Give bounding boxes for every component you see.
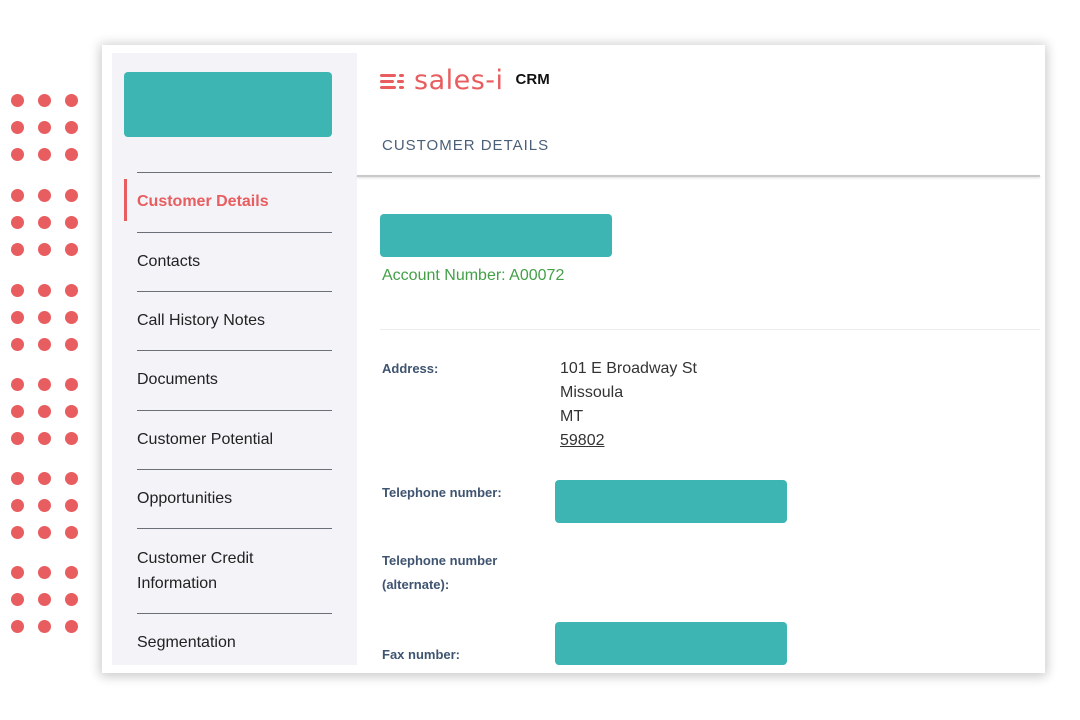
telephone-label: Telephone number: — [382, 485, 502, 500]
fax-label: Fax number: — [382, 647, 461, 662]
decorative-dot-grid — [0, 0, 100, 720]
nav-divider — [137, 232, 332, 233]
decorative-dot — [65, 620, 78, 633]
nav-divider — [137, 350, 332, 351]
decorative-dot — [65, 284, 78, 297]
content-divider — [380, 329, 1040, 330]
brand-suffix: CRM — [515, 70, 550, 88]
header-divider — [357, 175, 1040, 177]
decorative-dot — [65, 243, 78, 256]
redacted-customer-name — [380, 214, 612, 257]
nav-divider — [137, 613, 332, 614]
redacted-telephone — [555, 480, 787, 523]
decorative-dot — [11, 620, 24, 633]
decorative-dot — [11, 472, 24, 485]
decorative-dot — [38, 566, 51, 579]
decorative-dot — [38, 472, 51, 485]
decorative-dot — [11, 243, 24, 256]
decorative-dot — [11, 566, 24, 579]
decorative-dot — [65, 311, 78, 324]
decorative-dot — [65, 432, 78, 445]
telephone-alt-label: Telephone number (alternate): — [382, 549, 497, 597]
sidebar-item-customer-credit-information[interactable]: Customer Credit Information — [137, 546, 297, 596]
decorative-dot — [11, 311, 24, 324]
decorative-dot — [38, 432, 51, 445]
decorative-dot — [11, 216, 24, 229]
address-line-state: MT — [560, 408, 584, 425]
nav-divider — [137, 291, 332, 292]
decorative-dot — [65, 593, 78, 606]
account-number: Account Number: A00072 — [382, 267, 565, 284]
address-zip-link[interactable]: 59802 — [560, 429, 697, 453]
active-indicator — [124, 179, 127, 221]
decorative-dot — [65, 405, 78, 418]
nav-divider — [137, 410, 332, 411]
brand-name: sales-i — [414, 65, 504, 96]
decorative-dot — [38, 338, 51, 351]
sidebar-item-segmentation[interactable]: Segmentation — [137, 630, 337, 655]
decorative-dot — [38, 311, 51, 324]
decorative-dot — [11, 338, 24, 351]
menu-lines-icon — [380, 71, 406, 91]
decorative-dot — [11, 378, 24, 391]
decorative-dot — [38, 499, 51, 512]
decorative-dot — [38, 94, 51, 107]
decorative-dot — [38, 121, 51, 134]
sidebar-item-opportunities[interactable]: Opportunities — [137, 486, 337, 511]
decorative-dot — [65, 499, 78, 512]
main-content: sales-i CRM CUSTOMER DETAILS Account Num… — [357, 45, 1045, 673]
decorative-dot — [38, 378, 51, 391]
decorative-dot — [11, 593, 24, 606]
decorative-dot — [38, 284, 51, 297]
sidebar-item-customer-details[interactable]: Customer Details — [137, 189, 337, 214]
page-title: CUSTOMER DETAILS — [382, 137, 550, 154]
decorative-dot — [65, 189, 78, 202]
decorative-dot — [38, 189, 51, 202]
decorative-dot — [65, 94, 78, 107]
decorative-dot — [65, 148, 78, 161]
decorative-dot — [38, 405, 51, 418]
address-label: Address: — [382, 361, 439, 376]
decorative-dot — [65, 338, 78, 351]
sidebar-item-documents[interactable]: Documents — [137, 367, 337, 392]
decorative-dot — [65, 378, 78, 391]
address-line-city: Missoula — [560, 384, 624, 401]
sidebar-item-contacts[interactable]: Contacts — [137, 249, 337, 274]
telephone-alt-label-line2: (alternate): — [382, 577, 450, 592]
sidebar-item-call-history-notes[interactable]: Call History Notes — [137, 308, 337, 333]
decorative-dot — [11, 148, 24, 161]
address-line-street: 101 E Broadway St — [560, 360, 697, 377]
decorative-dot — [11, 284, 24, 297]
decorative-dot — [38, 148, 51, 161]
redacted-customer-logo — [124, 72, 332, 137]
nav-divider — [137, 172, 332, 173]
sidebar-item-customer-potential[interactable]: Customer Potential — [137, 427, 337, 452]
decorative-dot — [38, 216, 51, 229]
decorative-dot — [65, 566, 78, 579]
decorative-dot — [11, 94, 24, 107]
crm-window: Customer Details Contacts Call History N… — [102, 45, 1045, 673]
decorative-dot — [38, 526, 51, 539]
nav-divider — [137, 469, 332, 470]
sidebar: Customer Details Contacts Call History N… — [112, 53, 357, 665]
decorative-dot — [11, 432, 24, 445]
address-value: 101 E Broadway St Missoula MT 59802 — [560, 357, 697, 453]
decorative-dot — [11, 526, 24, 539]
decorative-dot — [11, 499, 24, 512]
nav-divider — [137, 528, 332, 529]
decorative-dot — [65, 121, 78, 134]
decorative-dot — [11, 405, 24, 418]
decorative-dot — [38, 243, 51, 256]
decorative-dot — [65, 472, 78, 485]
telephone-alt-label-line1: Telephone number — [382, 553, 498, 568]
brand-logo[interactable]: sales-i CRM — [380, 67, 550, 95]
decorative-dot — [11, 189, 24, 202]
decorative-dot — [38, 620, 51, 633]
decorative-dot — [11, 121, 24, 134]
redacted-fax — [555, 622, 787, 665]
decorative-dot — [65, 526, 78, 539]
decorative-dot — [38, 593, 51, 606]
decorative-dot — [65, 216, 78, 229]
